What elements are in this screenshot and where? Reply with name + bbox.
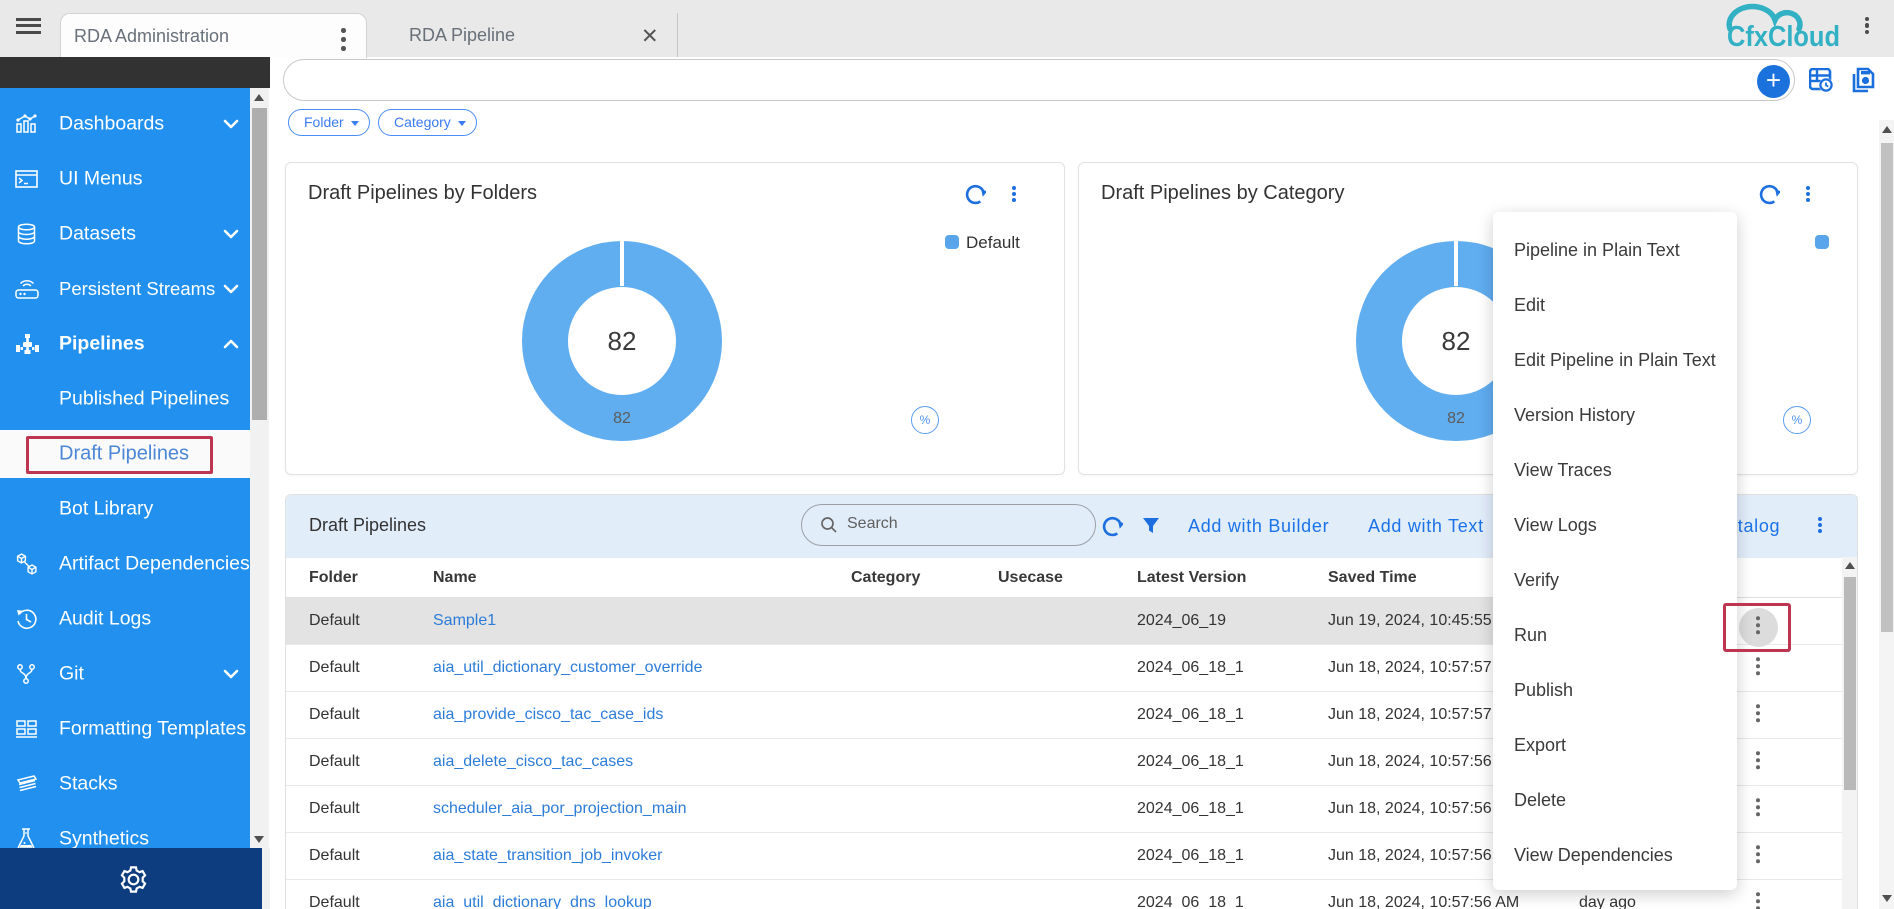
svg-text:CfxCloud: CfxCloud — [1727, 21, 1840, 53]
svg-text:82: 82 — [1447, 410, 1465, 427]
svg-text:82: 82 — [608, 326, 637, 356]
svg-text:82: 82 — [1442, 326, 1471, 356]
svg-text:82: 82 — [613, 410, 631, 427]
